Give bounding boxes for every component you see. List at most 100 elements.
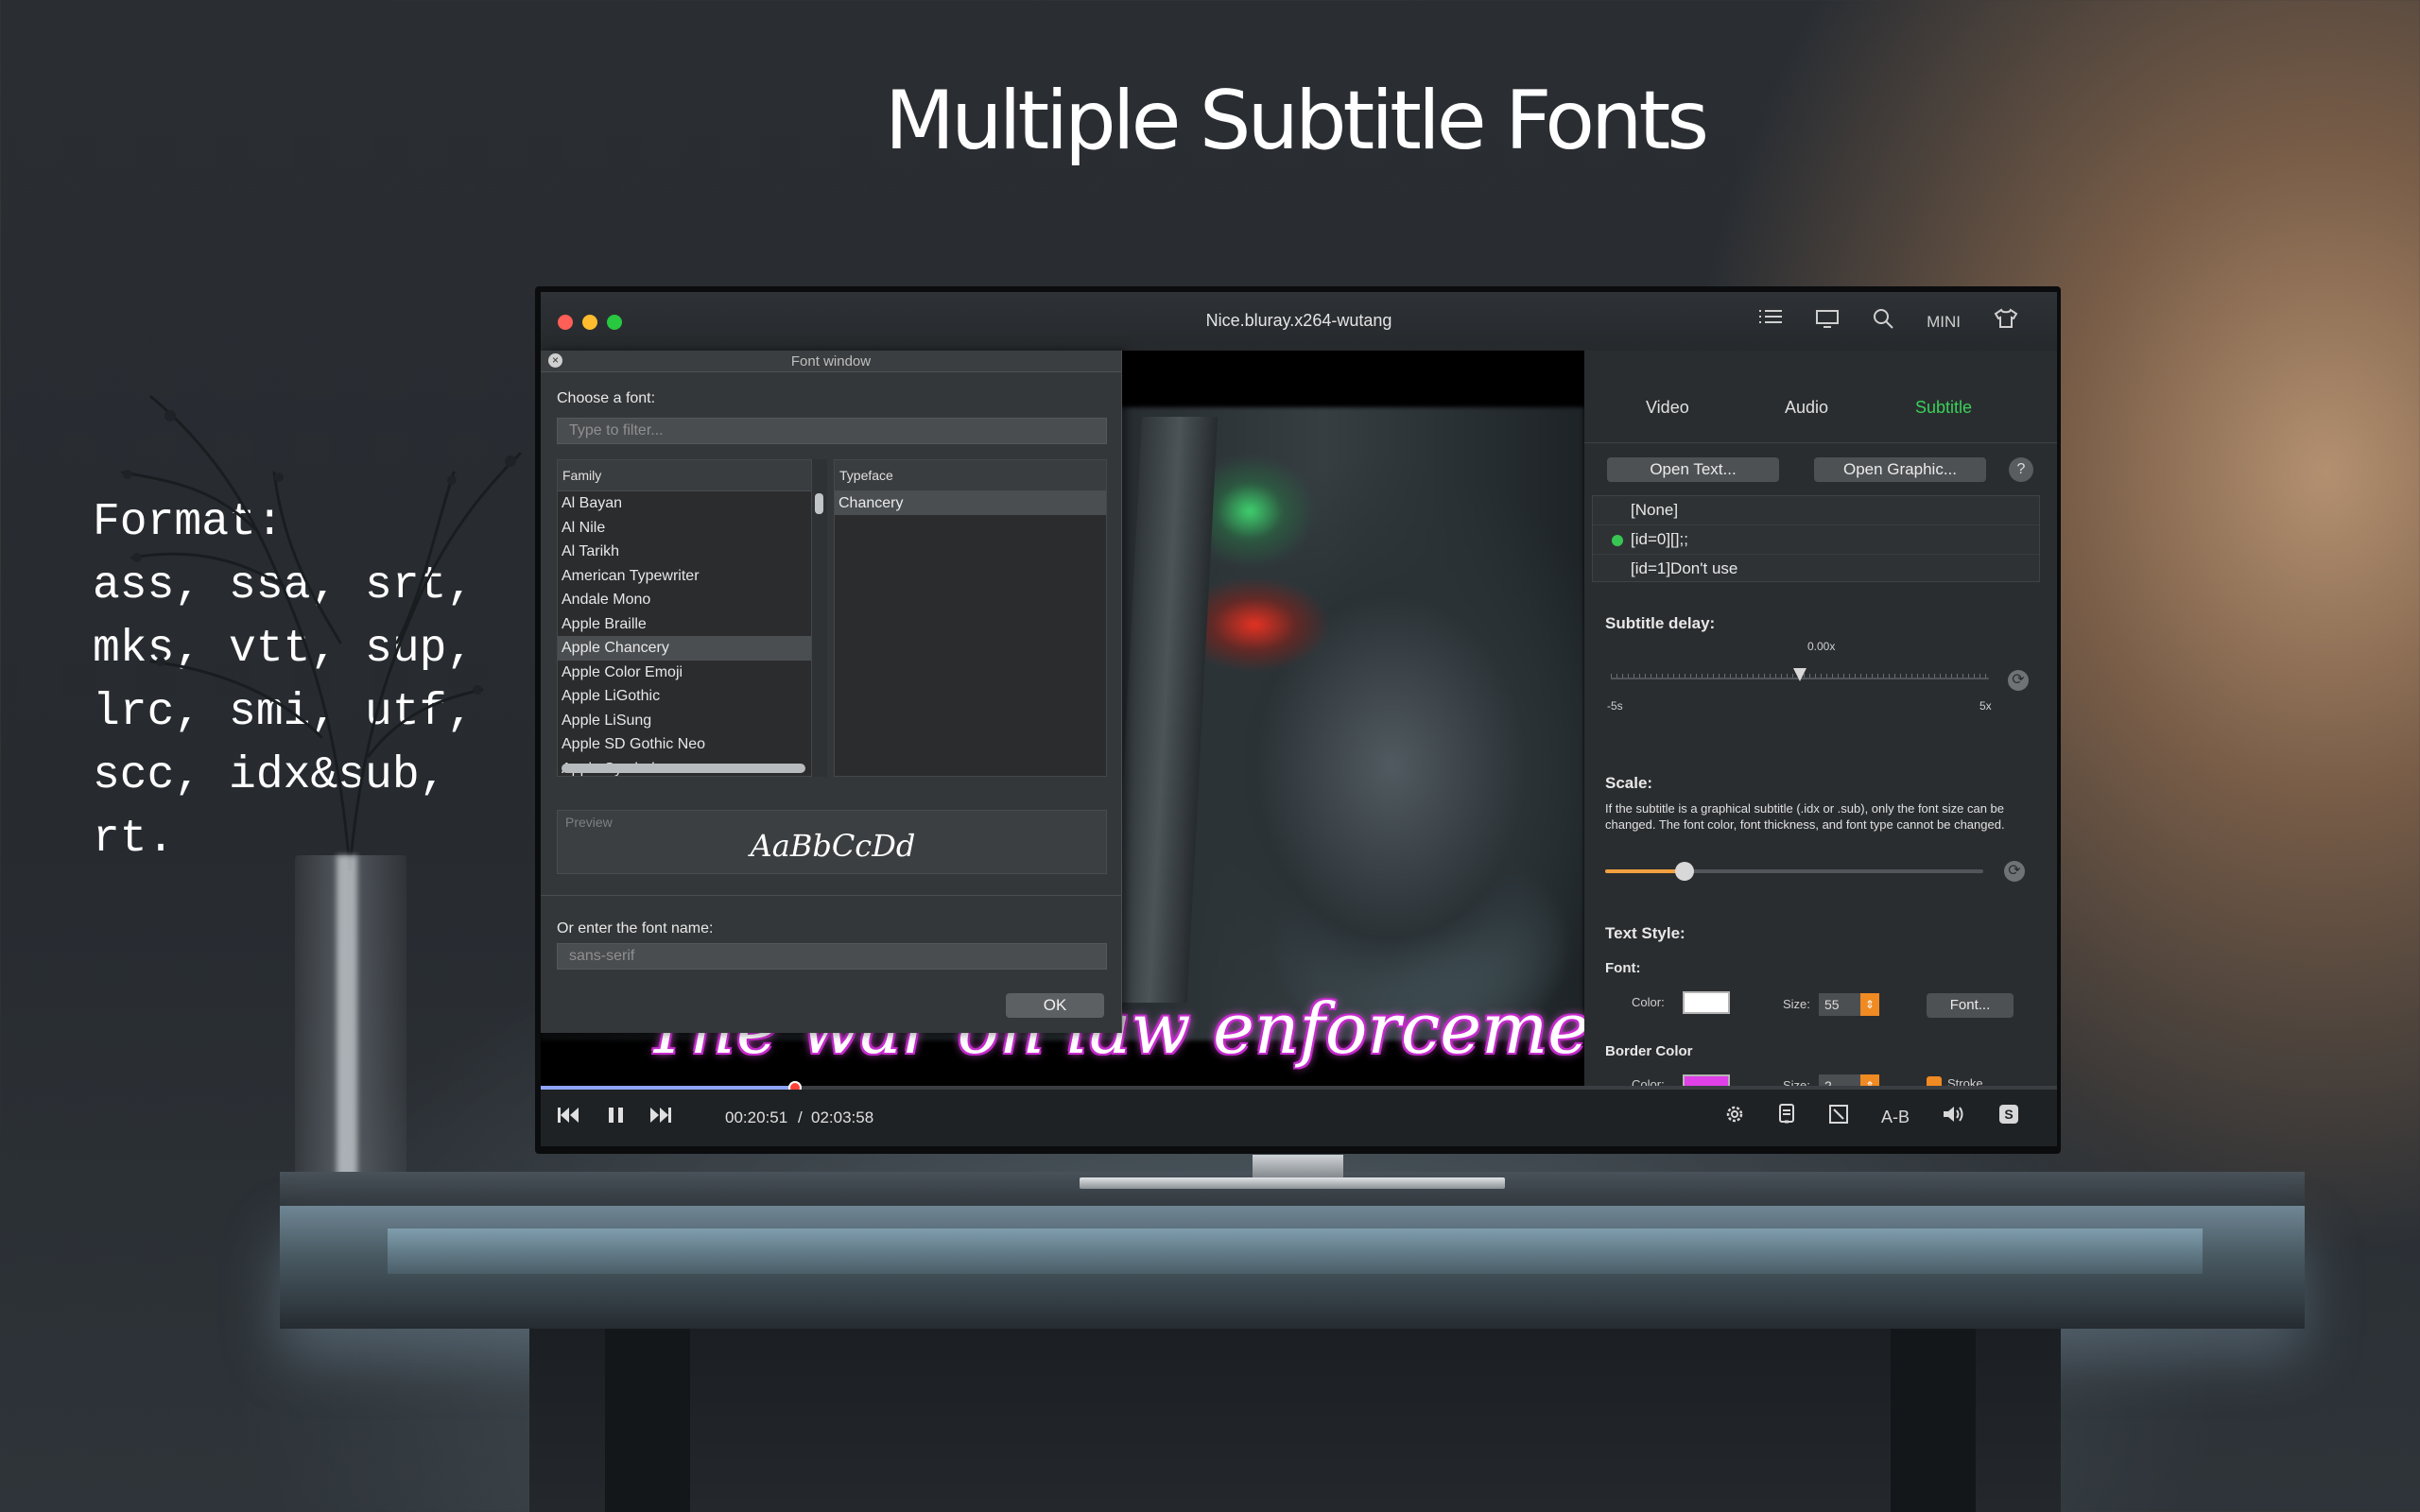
scale-label: Scale: <box>1605 774 1653 792</box>
track-label: [id=0][];; <box>1631 530 1688 548</box>
shirt-icon[interactable] <box>1993 307 2019 337</box>
track-item[interactable]: [id=0][];; <box>1593 525 2039 555</box>
track-item[interactable]: [None] <box>1593 496 2039 525</box>
subtitle-delay-label: Subtitle delay: <box>1605 614 1716 632</box>
help-icon[interactable]: ? <box>2009 457 2033 482</box>
scale-slider-knob[interactable] <box>1675 862 1694 881</box>
family-item[interactable]: Apple LiGothic <box>558 684 811 709</box>
pause-icon[interactable] <box>605 1103 628 1134</box>
control-bar: 00:20:51 / 02:03:58 A-B S <box>541 1090 2057 1146</box>
right-controls: A-B S <box>1724 1103 2019 1131</box>
border-size-stepper[interactable]: ⇕ <box>1860 1074 1879 1086</box>
family-item[interactable]: Apple Chancery <box>558 636 811 661</box>
family-item[interactable]: Apple Braille <box>558 612 811 637</box>
choose-font-label: Choose a font: <box>557 390 656 406</box>
family-item[interactable]: American Typewriter <box>558 564 811 589</box>
scale-slider-fill <box>1605 869 1685 873</box>
reset-scale-icon[interactable]: ⟳ <box>2004 861 2025 882</box>
next-icon[interactable] <box>648 1103 673 1134</box>
family-item[interactable]: Apple SD Gothic Neo <box>558 732 811 757</box>
family-vertical-scrollbar[interactable] <box>812 459 827 777</box>
open-text-button[interactable]: Open Text... <box>1607 457 1779 482</box>
text-style-label: Text Style: <box>1605 924 1685 942</box>
search-icon[interactable] <box>1872 307 1894 337</box>
color-label: Color: <box>1632 995 1665 1009</box>
font-section-label: Font: <box>1605 960 1641 976</box>
player-window: Nice.bluray.x264-wutang MINI The war on … <box>541 292 2057 1146</box>
family-item[interactable]: Al Tarikh <box>558 540 811 564</box>
subtitle-track-list: [None] [id=0][];; [id=1]Don't use <box>1592 495 2040 582</box>
typeface-header: Typeface <box>835 460 1106 491</box>
delay-slider-knob[interactable] <box>1793 668 1806 681</box>
volume-icon[interactable] <box>1942 1104 1966 1130</box>
tv-stand-leg-right <box>1891 1329 1976 1512</box>
font-window-titlebar: × Font window <box>541 351 1121 372</box>
previous-icon[interactable] <box>556 1103 580 1134</box>
font-name-input[interactable]: sans-serif <box>557 943 1107 970</box>
screen-icon[interactable] <box>1815 308 1840 336</box>
fullscreen-icon[interactable] <box>1828 1104 1849 1130</box>
headline: Multiple Subtitle Fonts <box>884 74 1709 168</box>
tab-audio[interactable]: Audio <box>1785 398 1828 418</box>
tv-foot <box>1080 1177 1505 1189</box>
delay-value: 0.00x <box>1807 640 1836 653</box>
tv-stand-glow <box>388 1228 2203 1274</box>
panel-tabs: Video Audio Subtitle <box>1584 398 2057 419</box>
family-item[interactable]: Al Bayan <box>558 491 811 516</box>
delay-max-label: 5x <box>1979 699 1992 713</box>
title-bar: Nice.bluray.x264-wutang MINI <box>541 292 2057 351</box>
family-list[interactable]: Family Al Bayan Al Nile Al Tarikh American … <box>557 459 812 777</box>
divider <box>1584 442 2057 443</box>
family-item[interactable]: Apple Color Emoji <box>558 661 811 685</box>
font-color-well[interactable] <box>1683 991 1730 1014</box>
preview-sample: AaBbCcDd <box>750 828 916 864</box>
border-color-label: Border Color <box>1605 1043 1693 1059</box>
font-size-stepper[interactable]: ⇕ <box>1860 993 1879 1016</box>
total-time: 02:03:58 <box>811 1108 874 1126</box>
branches-decoration <box>121 395 522 871</box>
border-size-label: Size: <box>1783 1078 1810 1086</box>
toolbar: MINI <box>1758 307 2019 337</box>
vase-highlight <box>337 855 357 1205</box>
divider <box>541 895 1121 896</box>
font-size-field[interactable]: 55 ⇕ <box>1819 993 1879 1016</box>
font-size-value: 55 <box>1824 997 1840 1012</box>
stroke-checkbox[interactable] <box>1927 1076 1942 1086</box>
tab-video[interactable]: Video <box>1646 398 1689 418</box>
typeface-item[interactable]: Chancery <box>835 491 1106 515</box>
ok-button[interactable]: OK <box>1006 993 1104 1018</box>
typeface-list[interactable]: Typeface Chancery <box>834 459 1107 777</box>
ab-loop-button[interactable]: A-B <box>1881 1108 1910 1127</box>
settings-gear-icon[interactable] <box>1724 1104 1745 1130</box>
playlist-icon[interactable] <box>1758 308 1783 336</box>
family-horizontal-scrollbar[interactable] <box>562 764 805 773</box>
mini-mode-button[interactable]: MINI <box>1927 313 1961 332</box>
tv-stand-shadow <box>529 1329 2061 1512</box>
font-button[interactable]: Font... <box>1927 993 2014 1018</box>
family-item[interactable]: Al Nile <box>558 516 811 541</box>
border-color-field-label: Color: <box>1632 1077 1665 1086</box>
font-preview: Preview AaBbCcDd <box>557 810 1107 874</box>
delay-min-label: -5s <box>1607 699 1623 713</box>
tv-stand-leg-left <box>605 1329 690 1512</box>
scroll-thumb[interactable] <box>815 493 823 514</box>
tab-subtitle[interactable]: Subtitle <box>1915 398 1972 418</box>
border-size-value: 2 <box>1824 1078 1832 1086</box>
settings-panel: Video Audio Subtitle Open Text... Open G… <box>1584 351 2057 1086</box>
reset-delay-icon[interactable]: ⟳ <box>2008 670 2029 691</box>
family-item[interactable]: Andale Mono <box>558 588 811 612</box>
family-item[interactable]: Apple LiSung <box>558 709 811 733</box>
current-time: 00:20:51 <box>725 1108 788 1126</box>
enter-font-name-label: Or enter the font name: <box>557 920 714 936</box>
svg-text:S: S <box>2004 1107 2013 1122</box>
font-filter-input[interactable]: Type to filter... <box>557 418 1107 444</box>
open-graphic-button[interactable]: Open Graphic... <box>1814 457 1986 482</box>
subtitle-file-icon[interactable] <box>1777 1103 1796 1131</box>
subtitle-toggle-icon[interactable]: S <box>1998 1104 2019 1130</box>
font-window: × Font window Choose a font: Type to fil… <box>541 351 1122 1033</box>
track-item[interactable]: [id=1]Don't use <box>1593 555 2039 583</box>
border-size-field[interactable]: 2 ⇕ <box>1819 1074 1879 1086</box>
border-color-well[interactable] <box>1683 1074 1730 1086</box>
font-window-title: Font window <box>790 353 872 369</box>
tv-neck <box>1253 1155 1343 1179</box>
